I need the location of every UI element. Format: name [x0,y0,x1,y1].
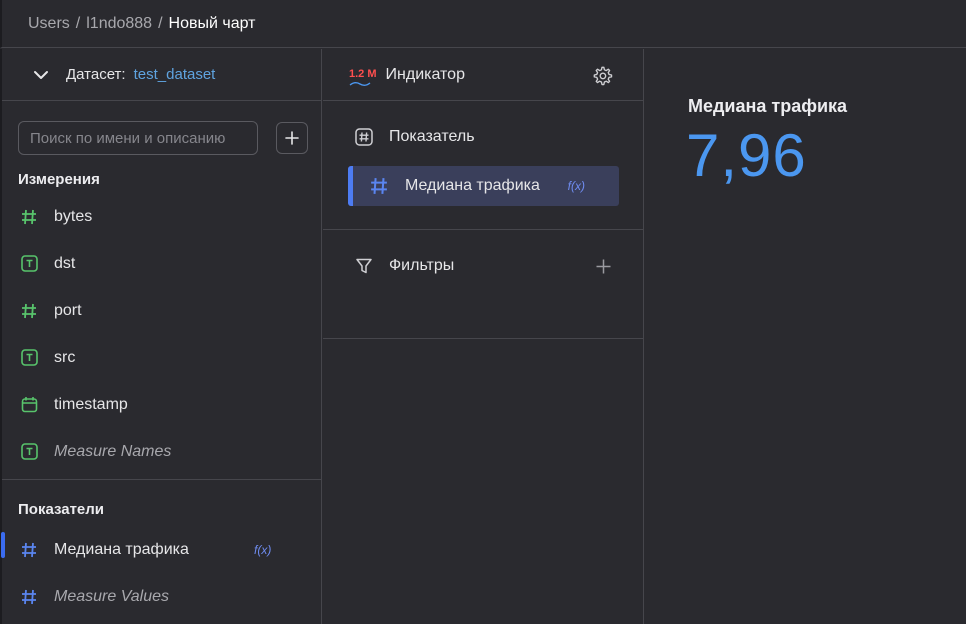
breadcrumb-user[interactable]: l1ndo888 [86,15,152,33]
measure-item-median-traffic[interactable]: Медиана трафика f(x) [1,526,321,573]
filters-label: Фильтры [389,257,455,274]
gear-icon[interactable] [591,65,613,87]
active-indicator [1,532,5,558]
dimension-item-src[interactable]: src [2,334,321,381]
chevron-down-icon [34,70,48,79]
breadcrumb-separator: / [158,14,163,32]
measure-item-measure-values[interactable]: Measure Values [2,573,321,620]
dimension-label: timestamp [54,395,128,413]
breadcrumb-users[interactable]: Users [28,15,70,33]
dimension-label: dst [54,254,76,272]
dimension-label: src [54,348,76,366]
add-field-button[interactable] [276,122,308,154]
calendar-icon [20,396,38,414]
measures-title: Показатели [18,501,105,518]
divider [2,479,321,480]
dimension-item-bytes[interactable]: bytes [2,193,321,240]
breadcrumb: Users / l1ndo888 / Новый чарт [0,0,966,48]
search-input[interactable] [18,121,258,155]
dataset-panel: Датасет: test_dataset Измерения bytes ds… [0,49,322,624]
filter-icon [356,258,372,274]
dimension-label: Measure Names [54,442,172,460]
measure-section-label: Показатель [389,128,475,145]
dataset-selector[interactable]: Датасет: test_dataset [2,49,321,101]
visualization-label: Индикатор [385,65,465,83]
dimension-label: bytes [54,207,93,225]
visualization-type-selector[interactable]: 1.2 M Индикатор [323,49,643,101]
measure-chip-label: Медиана трафика [405,177,540,194]
measure-label: Measure Values [54,587,170,605]
measure-section-header: Показатель [323,127,643,147]
breadcrumb-current: Новый чарт [168,14,256,32]
dimension-item-measure-names[interactable]: Measure Names [2,428,321,475]
dimension-label: port [54,301,82,319]
add-filter-icon[interactable] [596,259,611,274]
chart-preview: Медиана трафика 7,96 [645,49,966,624]
measure-label: Медиана трафика [54,540,189,558]
dimension-item-port[interactable]: port [2,287,321,334]
text-type-icon [20,349,38,367]
formula-icon: f(x) [254,542,272,557]
indicator-title: Медиана трафика [688,96,848,116]
plus-icon [285,131,299,145]
divider [323,229,643,230]
hash-icon [371,178,387,194]
breadcrumb-separator: / [75,14,81,32]
hash-icon [20,541,38,559]
divider [323,338,643,339]
dimension-item-dst[interactable]: dst [2,240,321,287]
text-type-icon [20,443,38,461]
hash-box-icon [355,128,373,146]
measure-chip[interactable]: Медиана трафика f(x) [348,166,619,206]
hash-icon [20,302,38,320]
dimensions-title: Измерения [18,171,100,188]
measures-list: Медиана трафика f(x) Measure Values [1,526,321,620]
indicator-logo-icon: 1.2 M [349,69,377,86]
visualization-panel: 1.2 M Индикатор Показатель Медиана трафи… [323,49,644,624]
indicator-value: 7,96 [686,122,807,189]
dataset-name[interactable]: test_dataset [134,66,216,83]
filters-section-header: Фильтры [323,256,643,276]
text-type-icon [20,255,38,273]
formula-icon: f(x) [567,179,585,193]
dimension-item-timestamp[interactable]: timestamp [2,381,321,428]
dimensions-list: bytes dst port src timestamp Measure Nam… [2,193,321,475]
dataset-label: Датасет: [66,66,126,83]
hash-icon [20,208,38,226]
hash-icon [20,588,38,606]
